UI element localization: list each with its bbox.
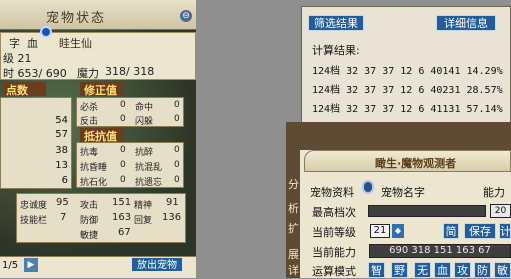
skill-slots-value: 7: [60, 212, 67, 223]
stat-value: 54: [55, 115, 68, 126]
ability-label: 能力: [483, 186, 505, 199]
max-grade-field[interactable]: [368, 205, 486, 217]
detail-info-button[interactable]: 详细信息: [436, 15, 496, 31]
pet-info-panel: 字 血 眭生仙 级 21 时 653/ 690 魔力 318/ 318: [0, 32, 196, 80]
name-label: 字: [9, 37, 20, 50]
pet-name-label: 宠物名字: [381, 186, 425, 199]
search-pet-icon[interactable]: [362, 180, 374, 194]
forget-value: 0: [174, 175, 180, 185]
max-grade-label: 最高档次: [312, 206, 356, 219]
tab-detail[interactable]: 详: [287, 262, 300, 278]
forget-label: 抗遗忘: [135, 178, 163, 188]
tab-analyze-1[interactable]: 分: [287, 176, 300, 192]
calculate-button[interactable]: 计: [499, 223, 511, 239]
stat-value: 6: [61, 175, 68, 186]
observer-title: 瞰生·魔物观测者: [375, 157, 457, 170]
current-ability-label: 当前能力: [312, 246, 356, 259]
crit-label: 必杀: [80, 103, 99, 113]
pet-window-title: 宠物状态: [46, 11, 107, 26]
close-icon[interactable]: ⊖: [180, 10, 192, 22]
result-line: 124档 32 37 37 12 6 41131 57.14%: [312, 104, 503, 115]
current-ability-field[interactable]: 690 318 151 163 67: [369, 244, 511, 258]
mode-label: 运算模式: [312, 265, 356, 278]
counter-label: 反击: [80, 117, 99, 127]
correction-ribbon: 修正值: [80, 82, 124, 97]
poison-value: 0: [120, 145, 126, 155]
counter-value: 0: [120, 114, 126, 124]
dodge-value: 0: [174, 114, 180, 124]
mode-button-none[interactable]: 无: [414, 262, 431, 278]
stat-value: 57: [55, 129, 68, 140]
sleep-label: 抗昏睡: [80, 163, 108, 173]
current-level-label: 当前等级: [312, 226, 356, 239]
attack-label: 攻击: [80, 201, 99, 211]
recovery-value: 136: [162, 212, 182, 223]
level-spinner-icon[interactable]: ◆: [392, 224, 404, 238]
points-ribbon: 点数: [4, 82, 46, 97]
stone-label: 抗石化: [80, 178, 108, 188]
spirit-value: 91: [166, 197, 179, 208]
skill-slots-label: 技能栏: [20, 216, 48, 226]
loyalty-value: 95: [56, 197, 69, 208]
pet-name-overlay: 眭生仙: [59, 37, 92, 50]
defense-label: 防御: [80, 216, 99, 226]
tab-analyze-2[interactable]: 析: [287, 200, 300, 216]
mode-button-attack[interactable]: 攻: [454, 262, 471, 278]
drunk-value: 0: [174, 145, 180, 155]
name-extra: 血: [27, 37, 38, 50]
sleep-value: 0: [120, 160, 126, 170]
agility-label: 敏捷: [80, 231, 99, 241]
result-line: 124档 32 37 37 12 6 40141 14.29%: [312, 66, 503, 77]
release-pet-button[interactable]: 放出宠物: [131, 257, 183, 272]
loyalty-label: 忠诚度: [20, 201, 48, 211]
mode-button-defense[interactable]: 防: [474, 262, 491, 278]
results-header: 计算结果:: [312, 44, 360, 57]
mode-button-hp[interactable]: 血: [434, 262, 451, 278]
mode-button-wild[interactable]: 野: [391, 262, 408, 278]
defense-value: 163: [112, 212, 132, 223]
poison-label: 抗毒: [80, 148, 99, 158]
save-button[interactable]: 保存: [464, 223, 496, 239]
hit-label: 命中: [135, 103, 154, 113]
pet-data-label: 宠物资料: [310, 186, 354, 199]
stone-value: 0: [120, 175, 126, 185]
mp-label: 魔力: [77, 67, 99, 80]
result-line: 124档 32 37 37 12 6 40231 28.57%: [312, 85, 503, 96]
drunk-label: 抗醉: [135, 148, 154, 158]
next-page-icon[interactable]: ▶: [24, 258, 38, 272]
confuse-value: 0: [174, 160, 180, 170]
stat-value: 13: [55, 160, 68, 171]
attack-value: 151: [112, 197, 132, 208]
dodge-label: 闪躲: [135, 117, 154, 127]
mode-button-smart[interactable]: 智: [368, 262, 385, 278]
max-grade-right-field[interactable]: 20: [490, 204, 511, 218]
spirit-label: 精神: [134, 201, 153, 211]
level-line: 级 21: [3, 52, 32, 65]
tab-expand-2[interactable]: 展: [287, 246, 300, 262]
mode-button-agility[interactable]: 敏: [494, 262, 511, 278]
pet-element-icon: [40, 26, 52, 38]
confuse-label: 抗混乱: [135, 163, 163, 173]
simple-button[interactable]: 简: [443, 223, 459, 239]
stat-value: 38: [55, 145, 68, 156]
crit-value: 0: [120, 100, 126, 110]
recovery-label: 回复: [134, 216, 153, 226]
page-indicator: 1/5: [2, 260, 19, 271]
mp-value: 318/ 318: [105, 65, 155, 78]
hp-line: 时 653/ 690: [3, 67, 67, 80]
tab-expand-1[interactable]: 扩: [287, 220, 300, 236]
agility-value: 67: [118, 227, 131, 238]
resistance-ribbon: 抵抗值: [80, 128, 124, 143]
current-level-field[interactable]: 21: [370, 224, 390, 238]
hit-value: 0: [174, 100, 180, 110]
filter-results-button[interactable]: 筛选结果: [308, 15, 364, 31]
